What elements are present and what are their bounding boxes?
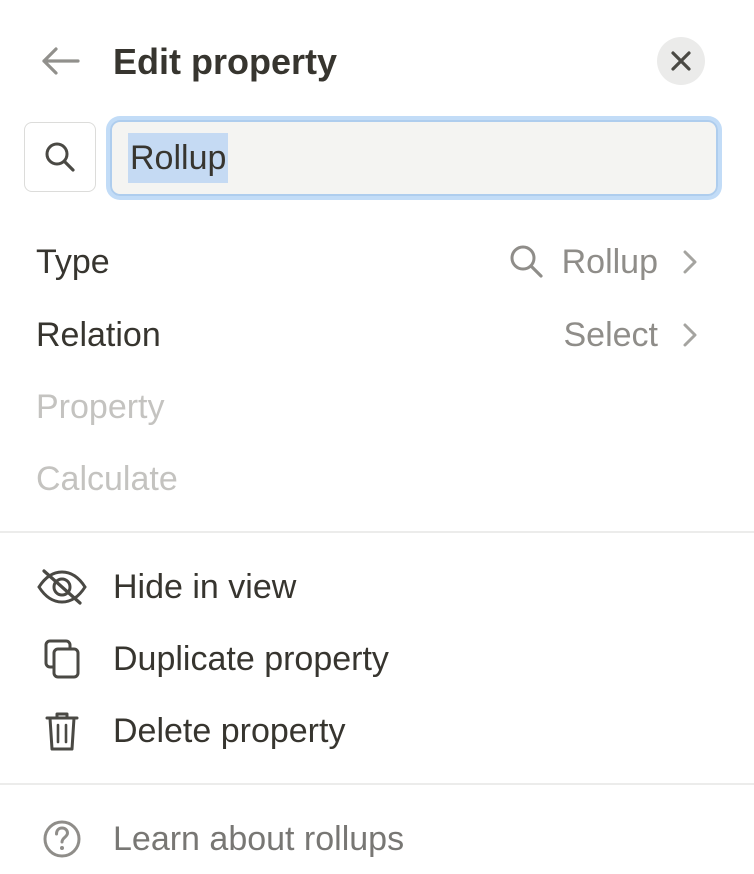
property-name-value: Rollup: [128, 133, 229, 183]
trash-icon: [36, 709, 88, 753]
hide-in-view-button[interactable]: Hide in view: [0, 557, 754, 617]
chevron-right-icon: [683, 323, 697, 347]
eye-off-icon: [36, 565, 88, 609]
hide-in-view-label: Hide in view: [113, 568, 297, 606]
delete-property-label: Delete property: [113, 712, 346, 750]
property-row: Property: [0, 377, 754, 437]
close-button[interactable]: [657, 37, 705, 85]
property-icon-picker[interactable]: [24, 122, 96, 192]
duplicate-icon: [36, 637, 88, 681]
learn-about-rollups-label: Learn about rollups: [113, 820, 405, 858]
help-circle-icon: [36, 817, 88, 861]
back-button[interactable]: [38, 42, 82, 80]
chevron-right-icon: [683, 250, 697, 274]
calculate-label: Calculate: [36, 460, 178, 498]
delete-property-button[interactable]: Delete property: [0, 701, 754, 761]
page-title: Edit property: [113, 41, 338, 82]
property-name-input[interactable]: Rollup: [110, 120, 718, 196]
relation-label: Relation: [36, 316, 161, 354]
property-label: Property: [36, 388, 165, 426]
type-label: Type: [36, 243, 110, 281]
search-icon: [45, 142, 75, 172]
learn-about-rollups-link[interactable]: Learn about rollups: [0, 809, 754, 869]
close-icon: [671, 51, 691, 71]
divider: [0, 783, 754, 785]
duplicate-property-label: Duplicate property: [113, 640, 389, 678]
duplicate-property-button[interactable]: Duplicate property: [0, 629, 754, 689]
calculate-row: Calculate: [0, 449, 754, 509]
arrow-left-icon: [42, 47, 80, 75]
panel-header: Edit property: [0, 0, 754, 122]
search-icon: [510, 245, 543, 278]
type-value: Rollup: [561, 243, 658, 281]
property-name-field-wrapper: Rollup: [110, 120, 718, 196]
relation-value: Select: [563, 316, 659, 354]
relation-row[interactable]: Relation Select: [0, 305, 754, 365]
type-row[interactable]: Type Rollup: [0, 232, 754, 292]
divider: [0, 531, 754, 533]
